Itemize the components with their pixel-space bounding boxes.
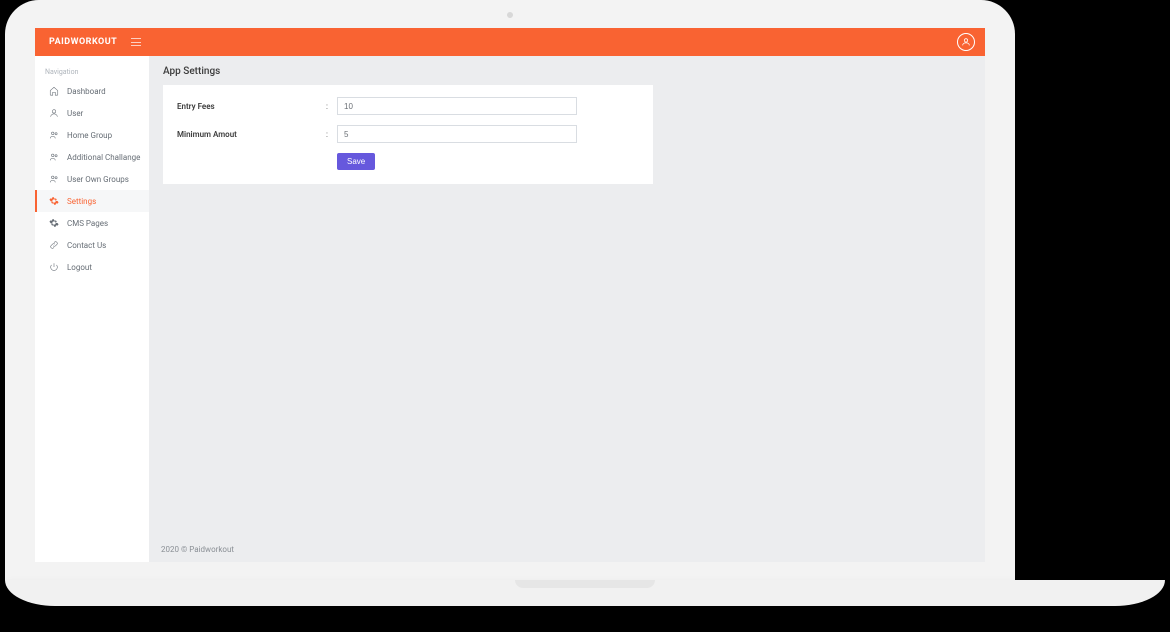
topbar: PAIDWORKOUT <box>35 28 985 56</box>
sidebar-item-label: User Own Groups <box>67 175 129 184</box>
menu-toggle-icon[interactable] <box>131 38 141 46</box>
sidebar-item-user-own-groups[interactable]: User Own Groups <box>35 168 149 190</box>
sidebar-item-label: Contact Us <box>67 241 106 250</box>
power-icon <box>49 262 59 272</box>
entry-fees-input[interactable] <box>337 97 577 115</box>
sidebar-item-user[interactable]: User <box>35 102 149 124</box>
sidebar-item-contact-us[interactable]: Contact Us <box>35 234 149 256</box>
minimum-amount-input[interactable] <box>337 125 577 143</box>
save-button[interactable]: Save <box>337 153 375 170</box>
laptop-camera <box>507 12 513 18</box>
sidebar-section-title: Navigation <box>35 62 149 80</box>
users-icon <box>49 174 59 184</box>
sidebar-item-home-group[interactable]: Home Group <box>35 124 149 146</box>
sidebar-item-label: Additional Challange <box>67 153 140 162</box>
users-icon <box>49 130 59 140</box>
gear-icon <box>49 218 59 228</box>
sidebar-item-additional-challenge[interactable]: Additional Challange <box>35 146 149 168</box>
colon: : <box>317 130 337 139</box>
laptop-base <box>5 580 1165 606</box>
user-avatar-icon[interactable] <box>957 33 975 51</box>
sidebar-item-label: Dashboard <box>67 87 106 96</box>
sidebar-item-label: CMS Pages <box>67 219 108 228</box>
settings-icon <box>49 196 59 206</box>
page-title: App Settings <box>163 66 971 77</box>
sidebar: Navigation Dashboard User <box>35 56 149 562</box>
sidebar-item-cms-pages[interactable]: CMS Pages <box>35 212 149 234</box>
home-icon <box>49 86 59 96</box>
main-content: App Settings Entry Fees : Minimum Amout … <box>149 56 985 562</box>
sidebar-item-logout[interactable]: Logout <box>35 256 149 278</box>
link-icon <box>49 240 59 250</box>
user-icon <box>49 108 59 118</box>
sidebar-item-settings[interactable]: Settings <box>35 190 149 212</box>
sidebar-item-label: Logout <box>67 263 92 272</box>
entry-fees-label: Entry Fees <box>177 102 317 111</box>
sidebar-item-label: Settings <box>67 197 96 206</box>
sidebar-item-label: Home Group <box>67 131 112 140</box>
colon: : <box>317 102 337 111</box>
minimum-amount-label: Minimum Amout <box>177 130 317 139</box>
brand-logo: PAIDWORKOUT <box>49 37 117 47</box>
settings-card: Entry Fees : Minimum Amout : Save <box>163 85 653 184</box>
sidebar-item-dashboard[interactable]: Dashboard <box>35 80 149 102</box>
sidebar-item-label: User <box>67 109 83 118</box>
users-icon <box>49 152 59 162</box>
footer-text: 2020 © Paidworkout <box>149 539 985 562</box>
